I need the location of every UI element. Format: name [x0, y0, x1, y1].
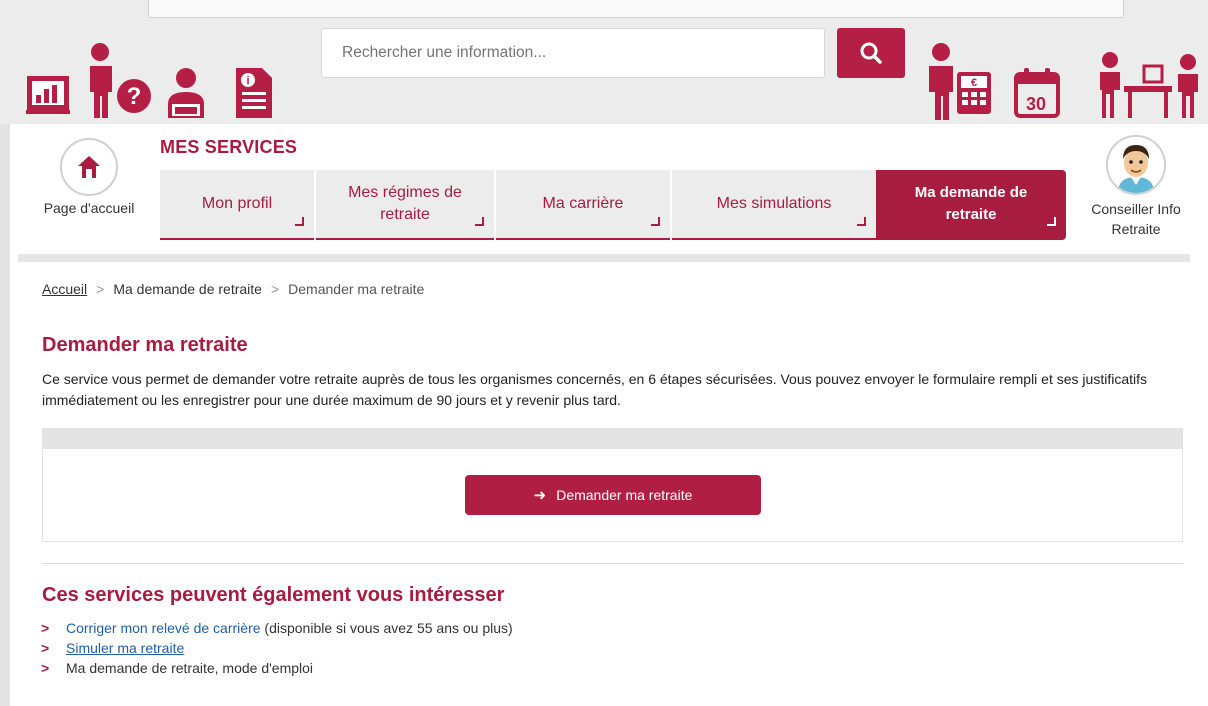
corner-arrow-icon	[857, 217, 866, 226]
link-note: (disponible si vous avez 55 ans ou plus)	[260, 620, 513, 636]
chevron-right-icon: >	[270, 281, 280, 297]
list-item: > Simuler ma retraite	[41, 638, 513, 658]
breadcrumb: Accueil > Ma demande de retraite > Deman…	[42, 281, 424, 297]
tab-ma-carriere[interactable]: Ma carrière	[496, 170, 670, 240]
corner-arrow-icon	[1047, 217, 1056, 226]
breadcrumb-item: Ma demande de retraite	[113, 281, 262, 297]
search-button[interactable]	[837, 28, 905, 78]
calendar-30-icon[interactable]: 30	[1013, 66, 1063, 120]
home-label[interactable]: Page d'accueil	[25, 200, 153, 216]
corner-arrow-icon	[475, 217, 484, 226]
tab-label: Ma carrière	[542, 195, 624, 212]
tab-label: Mes régimes de retraite	[348, 184, 462, 223]
simuler-retraite-link[interactable]: Simuler ma retraite	[66, 640, 184, 656]
svg-text:i: i	[246, 75, 249, 87]
person-calculator-icon[interactable]: €	[925, 42, 993, 122]
search-icon	[860, 42, 882, 64]
top-strip	[148, 0, 1124, 18]
chevron-right-icon: >	[41, 620, 50, 636]
corner-arrow-icon	[651, 217, 660, 226]
page: ? i € 30	[0, 0, 1208, 706]
tab-ma-demande-retraite[interactable]: Ma demande de retraite	[876, 170, 1066, 240]
divider	[42, 563, 1183, 564]
home-icon	[78, 156, 100, 178]
mode-emploi-item[interactable]: Ma demande de retraite, mode d'emploi	[66, 660, 313, 676]
advisor-woman-icon[interactable]	[164, 66, 208, 120]
corriger-releve-link[interactable]: Corriger mon relevé de carrière	[66, 620, 261, 636]
section-title: MES SERVICES	[160, 137, 298, 157]
corner-arrow-icon	[295, 217, 304, 226]
tab-label: Ma demande de retraite	[914, 184, 1028, 223]
nav-shadow	[18, 254, 1190, 262]
svg-text:€: €	[971, 77, 977, 89]
advisor-avatar[interactable]	[1106, 135, 1166, 195]
chart-board-icon[interactable]	[24, 70, 72, 118]
chevron-right-icon: >	[96, 281, 105, 297]
arrow-right-icon: ➜	[533, 487, 547, 504]
tab-label: Mon profil	[201, 195, 273, 212]
advisor-avatar-icon	[1108, 137, 1164, 193]
intro-text: Ce service vous permet de demander votre…	[42, 371, 1147, 408]
tab-mes-regimes[interactable]: Mes régimes de retraite	[316, 170, 494, 240]
chevron-right-icon: >	[41, 660, 50, 676]
cta-panel-header	[43, 429, 1182, 449]
info-document-icon[interactable]: i	[234, 66, 274, 120]
page-title: Demander ma retraite	[42, 334, 248, 356]
tab-mes-simulations[interactable]: Mes simulations	[672, 170, 876, 240]
advisor-label[interactable]: Conseiller Info Retraite	[1080, 199, 1192, 239]
demander-retraite-button[interactable]: ➜ Demander ma retraite	[465, 475, 761, 515]
tab-mon-profil[interactable]: Mon profil	[160, 170, 314, 240]
breadcrumb-current: Demander ma retraite	[288, 281, 425, 297]
svg-text:?: ?	[127, 83, 142, 110]
chevron-right-icon: >	[41, 640, 50, 656]
tab-label: Mes simulations	[716, 195, 832, 212]
svg-text:30: 30	[1026, 94, 1046, 114]
search-input[interactable]	[321, 28, 825, 78]
list-item: > Ma demande de retraite, mode d'emploi	[41, 658, 513, 678]
related-services-title: Ces services peuvent également vous inté…	[42, 584, 505, 606]
list-item: > Corriger mon relevé de carrière (dispo…	[41, 618, 513, 638]
left-edge	[0, 124, 10, 706]
breadcrumb-home-link[interactable]: Accueil	[42, 281, 87, 297]
home-button[interactable]	[60, 138, 118, 196]
question-person-icon[interactable]: ?	[82, 42, 154, 120]
related-services-list: > Corriger mon relevé de carrière (dispo…	[41, 618, 513, 678]
cta-label: Demander ma retraite	[556, 487, 693, 503]
people-desk-icon[interactable]	[1094, 50, 1206, 122]
